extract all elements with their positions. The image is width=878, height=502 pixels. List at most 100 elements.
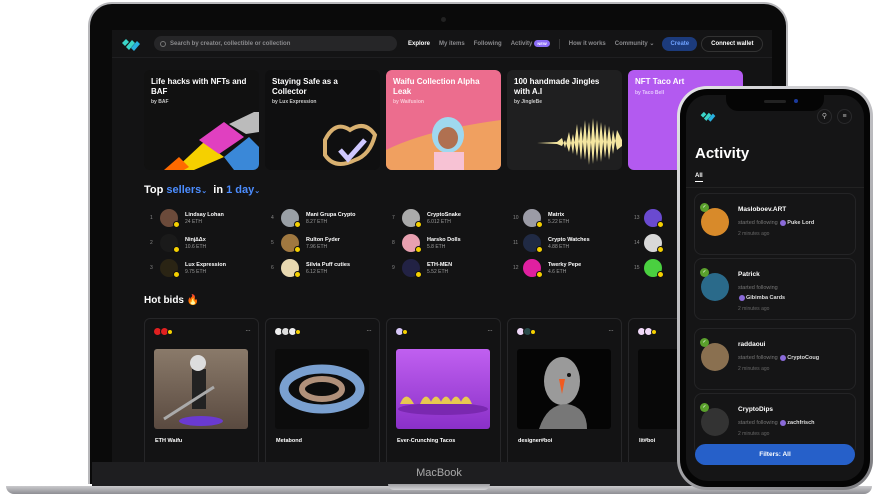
avatar[interactable]: [281, 234, 301, 253]
avatar[interactable]: [523, 209, 543, 228]
avatar[interactable]: [523, 234, 543, 253]
avatar[interactable]: [701, 273, 729, 301]
more-options-icon[interactable]: ···: [366, 326, 372, 335]
seller-volume: 5.8 ETH: [427, 243, 446, 250]
seller-item[interactable]: 6 Silvia Puff cuties 6.12 ETH: [271, 258, 391, 278]
search-input[interactable]: Search by creator, collectible or collec…: [154, 36, 397, 51]
avatar[interactable]: [281, 209, 301, 228]
period-dropdown[interactable]: 1 day⌄: [226, 184, 260, 196]
avatar[interactable]: [644, 209, 664, 228]
period-label: 1 day: [226, 184, 255, 196]
feature-card[interactable]: 100 handmade Jingles with A.I by JingleB…: [507, 70, 622, 170]
nav-community[interactable]: Community ⌄: [615, 40, 655, 47]
avatar[interactable]: [402, 259, 422, 278]
more-options-icon[interactable]: ···: [608, 326, 614, 335]
nft-image[interactable]: [154, 349, 248, 429]
activity-action: started following: [738, 355, 778, 361]
phone-screen: ⚲ ≡ Activity All ✓ Masloboev.ART started…: [686, 95, 864, 481]
activity-item[interactable]: ✓ raddaoui started following CryptoCoug …: [694, 328, 856, 390]
avatar[interactable]: [160, 259, 180, 278]
menu-icon[interactable]: ≡: [837, 109, 852, 124]
phone-notch: [726, 95, 824, 111]
activity-target[interactable]: CryptoCoug: [787, 355, 819, 361]
seller-item[interactable]: 1 Lindsay Lohan 24 ETH: [150, 208, 270, 228]
nft-image[interactable]: [275, 349, 369, 429]
more-options-icon[interactable]: ···: [245, 326, 251, 335]
nft-image[interactable]: [517, 349, 611, 429]
seller-item[interactable]: 12 Twerky Pepe 4.6 ETH: [513, 258, 633, 278]
avatar[interactable]: [523, 259, 543, 278]
tab-all[interactable]: All: [695, 173, 703, 182]
category-dropdown[interactable]: sellers⌄: [166, 184, 207, 196]
activity-time: 2 minutes ago: [738, 431, 770, 437]
feature-card[interactable]: Staying Safe as a Collector by Lux Expre…: [265, 70, 380, 170]
connect-wallet-button[interactable]: Connect wallet: [701, 35, 764, 52]
top-sellers-heading: Top sellers⌄ in 1 day⌄: [144, 184, 260, 196]
feature-card[interactable]: Waifu Collection Alpha Leak by Waifusion: [386, 70, 501, 170]
seller-rank: 5: [271, 240, 274, 246]
seller-item[interactable]: 11 Crypto Watches 4.88 ETH: [513, 233, 633, 253]
top-nav: Search by creator, collectible or collec…: [112, 30, 772, 58]
activity-title: Activity: [695, 145, 750, 162]
nav-following[interactable]: Following: [474, 41, 502, 47]
activity-target[interactable]: Puke Lord: [787, 220, 814, 226]
nft-image[interactable]: [396, 349, 490, 429]
seller-item[interactable]: 3 Lux Expression 9.75 ETH: [150, 258, 270, 278]
create-button[interactable]: Create: [662, 36, 698, 51]
avatar[interactable]: [644, 259, 664, 278]
nav-my-items[interactable]: My items: [439, 41, 465, 47]
check-shield-art-icon: [323, 124, 378, 166]
seller-rank: 9: [392, 265, 395, 271]
seller-item[interactable]: 4 Mani Grupa Crypto 8.27 ETH: [271, 208, 391, 228]
search-icon[interactable]: ⚲: [817, 109, 832, 124]
bid-card[interactable]: ··· Ever-Crunching Tacos: [386, 318, 501, 462]
avatar[interactable]: [160, 209, 180, 228]
avatar[interactable]: [644, 234, 664, 253]
seller-volume: 4.6 ETH: [548, 268, 567, 275]
feature-card[interactable]: Life hacks with NFTs and BAF by BAF: [144, 70, 259, 170]
avatar[interactable]: [701, 343, 729, 371]
avatar[interactable]: [402, 234, 422, 253]
hot-bids-list: ··· ETH Waifu ··· Metabond ··· Ever-Crun…: [144, 318, 743, 462]
nav-activity[interactable]: Activity NEW: [511, 39, 550, 47]
verified-icon: [657, 271, 664, 278]
bid-card[interactable]: ··· designer#boi: [507, 318, 622, 462]
seller-rank: 8: [392, 240, 395, 246]
activity-item[interactable]: ✓ Masloboev.ART started following Puke L…: [694, 193, 856, 255]
verified-icon: [295, 328, 301, 335]
seller-name: Matrix: [548, 211, 565, 218]
nav-explore[interactable]: Explore: [408, 41, 430, 47]
activity-target[interactable]: Gibimba Cards: [746, 295, 785, 301]
avatar[interactable]: [160, 234, 180, 253]
search-icon: [160, 40, 166, 47]
rarible-logo-icon[interactable]: [699, 110, 717, 122]
verified-icon: [536, 221, 543, 228]
seller-volume: 10.6 ETH: [185, 243, 207, 250]
verified-icon: [657, 246, 664, 253]
bid-card[interactable]: ··· ETH Waifu: [144, 318, 259, 462]
feature-author: by Lux Expression: [272, 99, 317, 105]
target-avatar: [780, 219, 787, 226]
seller-item[interactable]: 9 ETH-MEN 5.52 ETH: [392, 258, 512, 278]
nav-how-it-works[interactable]: How it works: [569, 41, 606, 47]
avatar[interactable]: [701, 208, 729, 236]
seller-item[interactable]: 8 Harsko Dolls 5.8 ETH: [392, 233, 512, 253]
seller-item[interactable]: 2 Ninj∆Δx 10.6 ETH: [150, 233, 270, 253]
seller-item[interactable]: 10 Matrix 5.22 ETH: [513, 208, 633, 228]
avatar[interactable]: [402, 209, 422, 228]
seller-item[interactable]: 7 CryptoSnake 6.012 ETH: [392, 208, 512, 228]
more-options-icon[interactable]: ···: [487, 326, 493, 335]
seller-name: Twerky Pepe: [548, 261, 582, 268]
bid-card[interactable]: ··· Metabond: [265, 318, 380, 462]
activity-item[interactable]: ✓ Patrick started following Gibimba Cards…: [694, 258, 856, 320]
check-icon: ✓: [700, 403, 709, 412]
nft-grid-art-icon: [164, 112, 259, 170]
rarible-logo-icon[interactable]: [120, 37, 142, 51]
feature-author: by Waifusion: [393, 99, 424, 105]
avatar[interactable]: [281, 259, 301, 278]
filters-button[interactable]: Filters: All: [695, 444, 855, 465]
verified-icon: [173, 271, 180, 278]
seller-item[interactable]: 5 Rulton Fyder 7.96 ETH: [271, 233, 391, 253]
activity-target[interactable]: zachfrisch: [787, 420, 814, 426]
avatar[interactable]: [701, 408, 729, 436]
